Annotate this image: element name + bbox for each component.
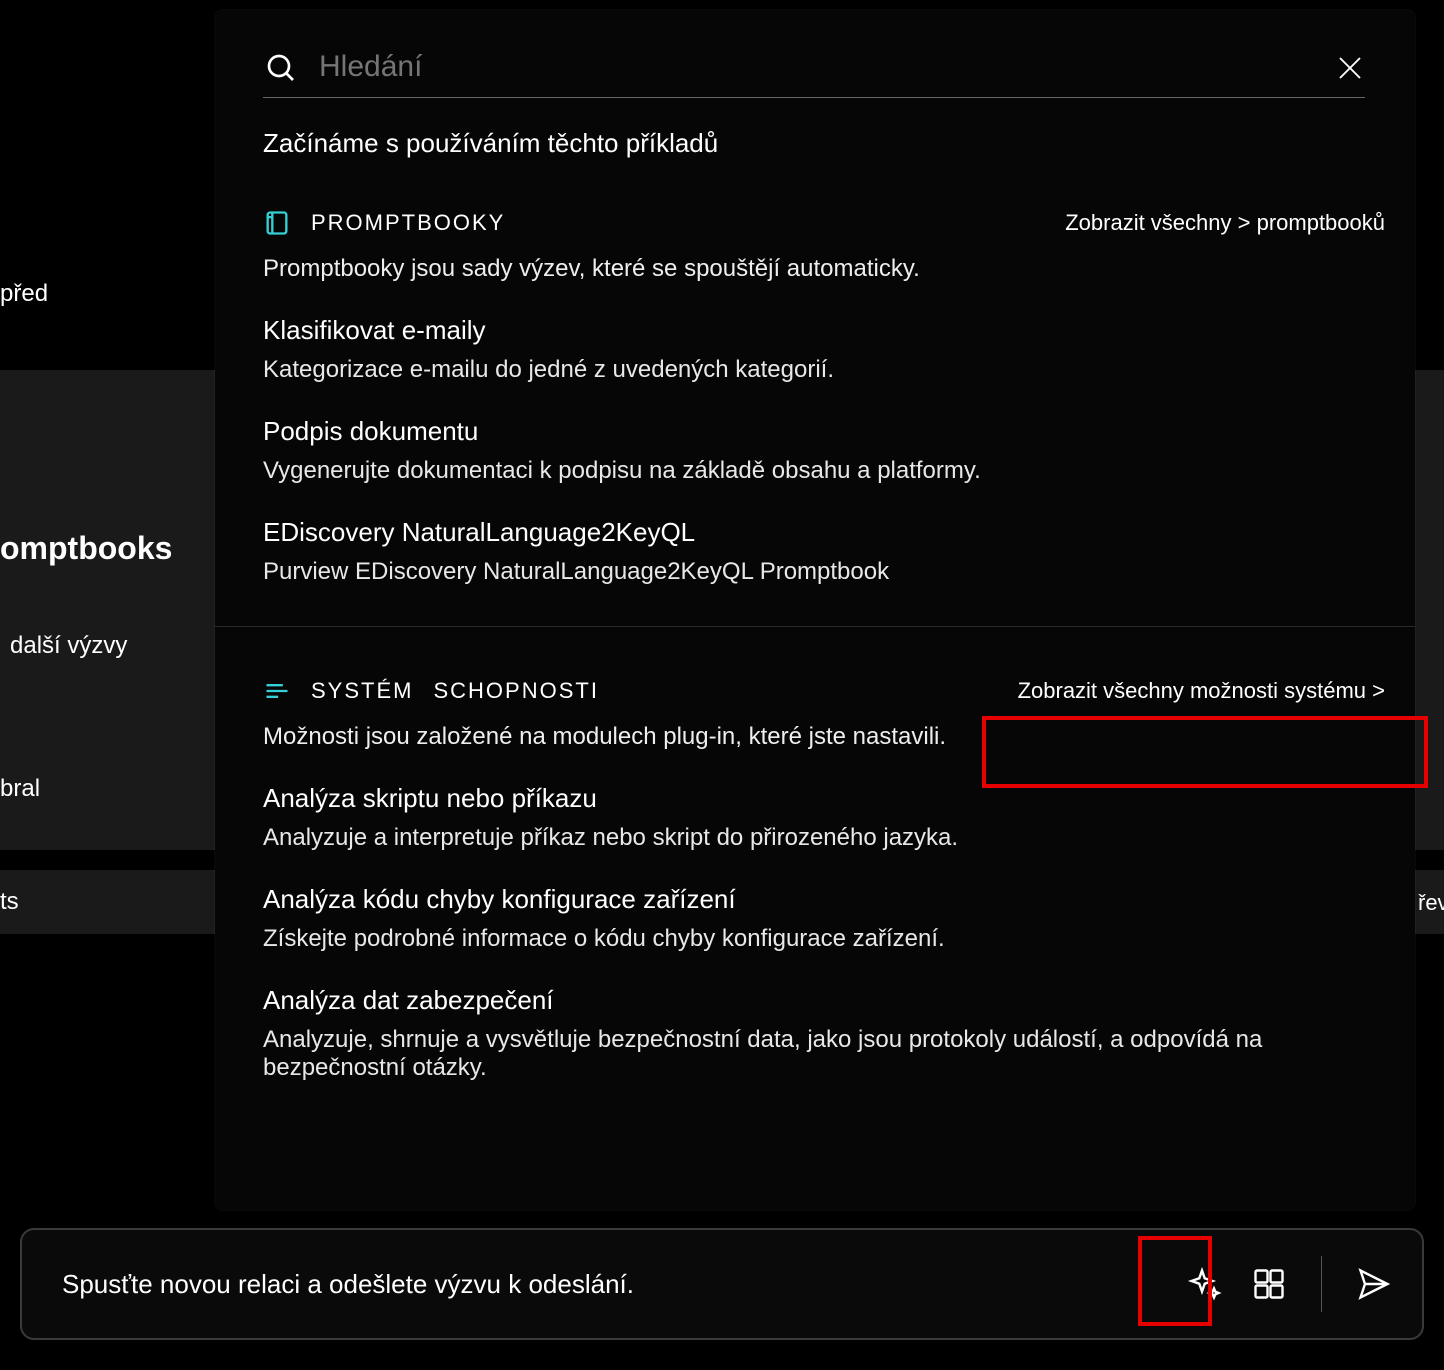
system-section-header: SYSTÉM SCHOPNOSTI Zobrazit všechny možno… <box>215 627 1415 705</box>
sparkle-icon[interactable] <box>1187 1266 1223 1302</box>
suggestions-panel: Začínáme s používáním těchto příkladů PR… <box>215 10 1415 1210</box>
promptbook-item-desc: Purview EDiscovery NaturalLanguage2KeyQL… <box>263 548 1367 586</box>
system-item[interactable]: Analýza skriptu nebo příkazu Analyzuje a… <box>215 751 1415 852</box>
view-all-system-link[interactable]: Zobrazit všechny možnosti systému > <box>1018 678 1385 704</box>
promptbook-item-desc: Kategorizace e-mailu do jedné z uvedenýc… <box>263 346 1367 384</box>
prompt-bar: Spusťte novou relaci a odešlete výzvu k … <box>20 1228 1424 1340</box>
bg-frag-rev: řev <box>1418 890 1444 916</box>
system-item-title: Analýza kódu chyby konfigurace zařízení <box>263 884 1367 915</box>
promptbook-item-title: Podpis dokumentu <box>263 416 1367 447</box>
system-item-desc: Analyzuje a interpretuje příkaz nebo skr… <box>263 814 1367 852</box>
promptbooks-section-header: PROMPTBOOKY Zobrazit všechny > promptboo… <box>215 159 1415 237</box>
system-item[interactable]: Analýza kódu chyby konfigurace zařízení … <box>215 852 1415 953</box>
system-item[interactable]: Analýza dat zabezpečení Analyzuje, shrnu… <box>215 953 1415 1082</box>
system-item-desc: Získejte podrobné informace o kódu chyby… <box>263 915 1367 953</box>
intro-text: Začínáme s používáním těchto příkladů <box>215 98 1415 159</box>
promptbook-item[interactable]: Podpis dokumentu Vygenerujte dokumentaci… <box>215 384 1415 485</box>
actions-divider <box>1321 1256 1322 1312</box>
promptbook-item-desc: Vygenerujte dokumentaci k podpisu na zák… <box>263 447 1367 485</box>
book-icon <box>263 209 291 237</box>
bg-frag-bral: bral <box>0 775 40 803</box>
promptbook-item[interactable]: Klasifikovat e-maily Kategorizace e-mail… <box>215 283 1415 384</box>
promptbook-item-title: EDiscovery NaturalLanguage2KeyQL <box>263 517 1367 548</box>
prompt-bar-actions <box>1187 1256 1392 1312</box>
search-row <box>215 10 1415 85</box>
bg-frag-ts: ts <box>0 888 19 916</box>
bg-frag-more-prompts: další výzvy <box>10 632 127 660</box>
system-item-title: Analýza dat zabezpečení <box>263 985 1367 1016</box>
promptbooks-header-label: PROMPTBOOKY <box>311 210 505 236</box>
system-header-label-a: SYSTÉM <box>311 678 413 704</box>
close-icon[interactable] <box>1335 53 1365 83</box>
system-item-desc: Analyzuje, shrnuje a vysvětluje bezpečno… <box>263 1016 1367 1082</box>
promptbook-item-title: Klasifikovat e-maily <box>263 315 1367 346</box>
system-header-label-b: SCHOPNOSTI <box>433 678 598 704</box>
view-all-promptbooks-link[interactable]: Zobrazit všechny > promptbooků <box>1065 210 1385 236</box>
bg-frag-promptbooks: omptbooks <box>0 530 172 567</box>
promptbooks-description: Promptbooky jsou sady výzev, které se sp… <box>215 237 1415 283</box>
list-icon <box>263 677 291 705</box>
prompt-bar-text[interactable]: Spusťte novou relaci a odešlete výzvu k … <box>62 1269 1187 1300</box>
apps-icon[interactable] <box>1251 1266 1287 1302</box>
system-description: Možnosti jsou založené na modulech plug-… <box>215 705 1415 751</box>
search-icon <box>265 52 297 84</box>
promptbook-item[interactable]: EDiscovery NaturalLanguage2KeyQL Purview… <box>215 485 1415 586</box>
system-item-title: Analýza skriptu nebo příkazu <box>263 783 1367 814</box>
bg-time-label: před <box>0 280 48 308</box>
search-input[interactable] <box>319 50 1313 85</box>
send-icon[interactable] <box>1356 1266 1392 1302</box>
